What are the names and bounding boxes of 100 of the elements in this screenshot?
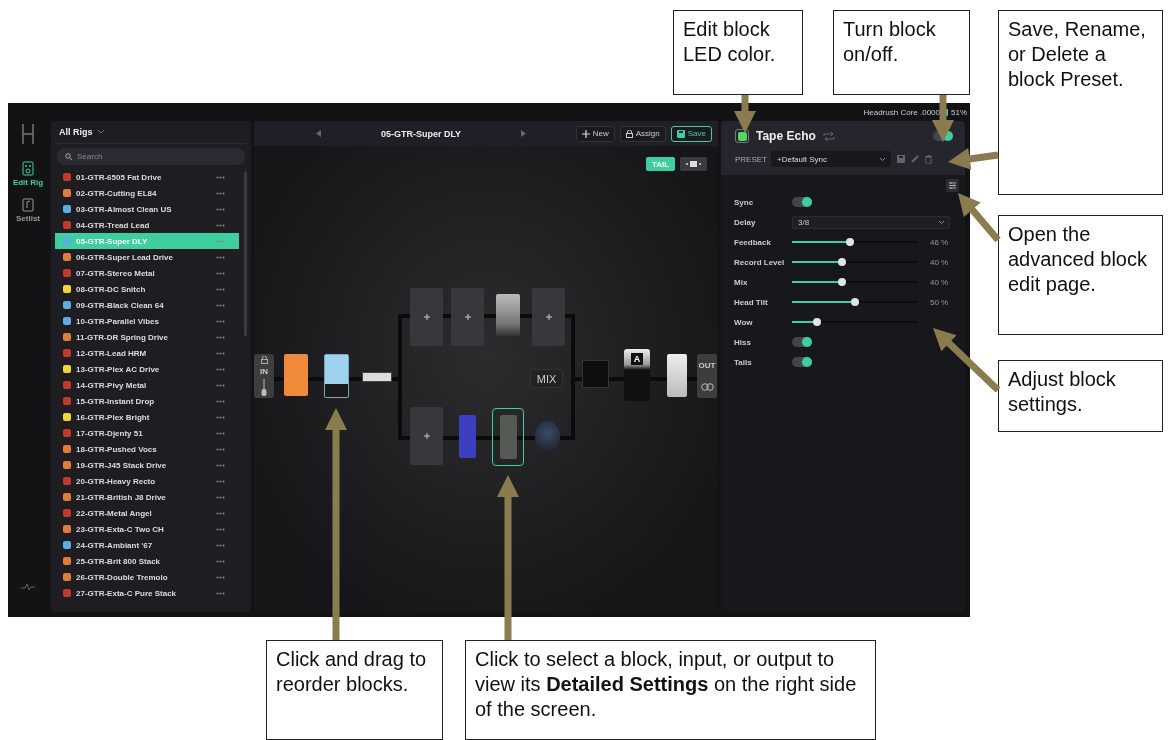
parameter-toggle[interactable]	[792, 357, 812, 367]
callout-box: Turn block on/off.	[833, 10, 970, 95]
more-icon[interactable]	[216, 511, 225, 515]
more-icon[interactable]	[216, 191, 225, 195]
rig-list-item[interactable]: 15-GTR-Instant Drop	[55, 393, 239, 409]
save-button[interactable]: Save	[670, 125, 712, 142]
parameter-label: Head Tilt	[734, 297, 769, 307]
more-icon[interactable]	[216, 287, 225, 291]
wah-pedal-drawing[interactable]: A	[624, 349, 650, 401]
next-icon[interactable]	[521, 130, 526, 137]
more-icon[interactable]	[216, 415, 225, 419]
selected-pedal-drawing[interactable]	[492, 408, 524, 466]
slider-thumb[interactable]	[845, 238, 854, 246]
rig-list-item[interactable]: 25-GTR-Brit 800 Stack	[55, 553, 239, 569]
caret-icon	[939, 220, 944, 224]
callout-arrow	[948, 148, 999, 170]
more-icon[interactable]	[216, 559, 225, 563]
rig-list-item[interactable]: 24-GTR-Ambiant '67	[55, 537, 239, 553]
rig-list-item[interactable]: 21-GTR-British J8 Drive	[55, 489, 239, 505]
rig-list-item[interactable]: 02-GTR-Cutting EL84	[55, 185, 239, 201]
callout-box: Adjust block settings.	[998, 360, 1163, 432]
callout-box: Open the advanced block edit page.	[998, 215, 1163, 335]
assign-button[interactable]: Assign	[619, 125, 666, 142]
swap-icon[interactable]	[822, 131, 835, 141]
more-icon[interactable]	[216, 335, 225, 339]
more-icon[interactable]	[216, 223, 225, 227]
more-icon[interactable]	[216, 399, 225, 403]
pencil-icon[interactable]	[911, 155, 919, 163]
more-icon[interactable]	[216, 255, 225, 259]
pedal-drawing[interactable]	[496, 294, 520, 336]
rig-list-item[interactable]: 16-GTR-Plex Bright	[55, 409, 239, 425]
rig-list-item[interactable]: 08-GTR-DC Snitch	[55, 281, 239, 297]
more-icon[interactable]	[216, 271, 225, 275]
pedal-drawing[interactable]	[324, 354, 349, 398]
search-field[interactable]: Search	[57, 148, 245, 165]
more-icon[interactable]	[216, 591, 225, 595]
parameter-toggle[interactable]	[792, 197, 812, 207]
rig-list-item[interactable]: 11-GTR-DR Spring Drive	[55, 329, 239, 345]
parameter-toggle[interactable]	[792, 337, 812, 347]
plus-icon	[545, 314, 552, 320]
slider-thumb[interactable]	[838, 258, 847, 266]
rig-list-item[interactable]: 04-GTR-Tread Lead	[55, 217, 239, 233]
nav-item[interactable]: Setlist	[16, 197, 40, 223]
rig-list-item[interactable]: 10-GTR-Parallel Vibes	[55, 313, 239, 329]
rig-list-item[interactable]: 06-GTR-Super Lead Drive	[55, 249, 239, 265]
stereo-icon	[700, 383, 714, 392]
output-block[interactable]: OUT	[697, 354, 717, 398]
rig-list-item[interactable]: 27-GTR-Exta-C Pure Stack	[55, 585, 239, 601]
more-icon[interactable]	[216, 527, 225, 531]
more-icon[interactable]	[216, 351, 225, 355]
rig-list-item[interactable]: 23-GTR-Exta-C Two CH	[55, 521, 239, 537]
more-icon[interactable]	[216, 383, 225, 387]
new-button[interactable]: New	[575, 125, 615, 142]
parameter-label: Wow	[734, 317, 754, 327]
rig-list-item[interactable]: 09-GTR-Black Clean 64	[55, 297, 239, 313]
amp-head-drawing[interactable]	[362, 372, 392, 382]
rig-list-item[interactable]: 07-GTR-Stereo Metal	[55, 265, 239, 281]
previous-icon[interactable]	[316, 130, 321, 137]
nav-item[interactable]: Edit Rig	[12, 161, 44, 187]
preset-dropdown[interactable]: +Default Sync	[771, 151, 891, 167]
more-icon[interactable]	[216, 495, 225, 499]
more-icon[interactable]	[216, 175, 225, 179]
pulse-icon[interactable]	[21, 582, 35, 592]
layout-toggle-icon[interactable]	[680, 157, 707, 171]
more-icon[interactable]	[216, 463, 225, 467]
lock-icon	[260, 355, 268, 364]
input-block[interactable]: IN	[254, 354, 274, 398]
rig-list-item[interactable]: 14-GTR-Pivy Metal	[55, 377, 239, 393]
rig-filter-dropdown[interactable]: All Rigs	[55, 121, 247, 144]
rig-list-item[interactable]: 20-GTR-Heavy Recto	[55, 473, 239, 489]
clipboard-icon	[22, 197, 34, 212]
rig-list-item[interactable]: 19-GTR-J45 Stack Drive	[55, 457, 239, 473]
rig-list-item[interactable]: 17-GTR-Djenty 51	[55, 425, 239, 441]
more-icon[interactable]	[216, 303, 225, 307]
parameter-dropdown[interactable]: 3/8	[792, 215, 950, 229]
trash-icon[interactable]	[925, 154, 932, 164]
more-icon[interactable]	[216, 479, 225, 483]
more-icon[interactable]	[216, 431, 225, 435]
more-icon[interactable]	[216, 207, 225, 211]
settings-sliders-icon[interactable]	[946, 179, 959, 192]
rig-list-item[interactable]: 01-GTR-6505 Fat Drive	[55, 169, 239, 185]
rig-list-item[interactable]: 22-GTR-Metal Angel	[55, 505, 239, 521]
parameter-label: Hiss	[734, 337, 752, 347]
more-icon[interactable]	[216, 367, 225, 371]
rig-list-item[interactable]: 18-GTR-Pushed Vocs	[55, 441, 239, 457]
more-icon[interactable]	[216, 447, 225, 451]
rig-list-item[interactable]: 03-GTR-Almost Clean US	[55, 201, 239, 217]
more-icon[interactable]	[216, 575, 225, 579]
guitar-icon	[261, 378, 267, 397]
more-icon[interactable]	[216, 543, 225, 547]
more-icon[interactable]	[216, 319, 225, 323]
rig-list-item[interactable]: 13-GTR-Plex AC Drive	[55, 361, 239, 377]
mix-block[interactable]: MIX	[530, 369, 563, 388]
callout-box: Edit block LED color.	[673, 10, 803, 95]
slider-thumb[interactable]	[813, 318, 822, 326]
rig-list-item[interactable]: 26-GTR-Double Tremolo	[55, 569, 239, 585]
slider-thumb[interactable]	[851, 298, 859, 306]
rig-list-item[interactable]: 12-GTR-Lead HRM	[55, 345, 239, 361]
slider-thumb[interactable]	[838, 278, 847, 286]
save-icon[interactable]	[897, 155, 905, 163]
